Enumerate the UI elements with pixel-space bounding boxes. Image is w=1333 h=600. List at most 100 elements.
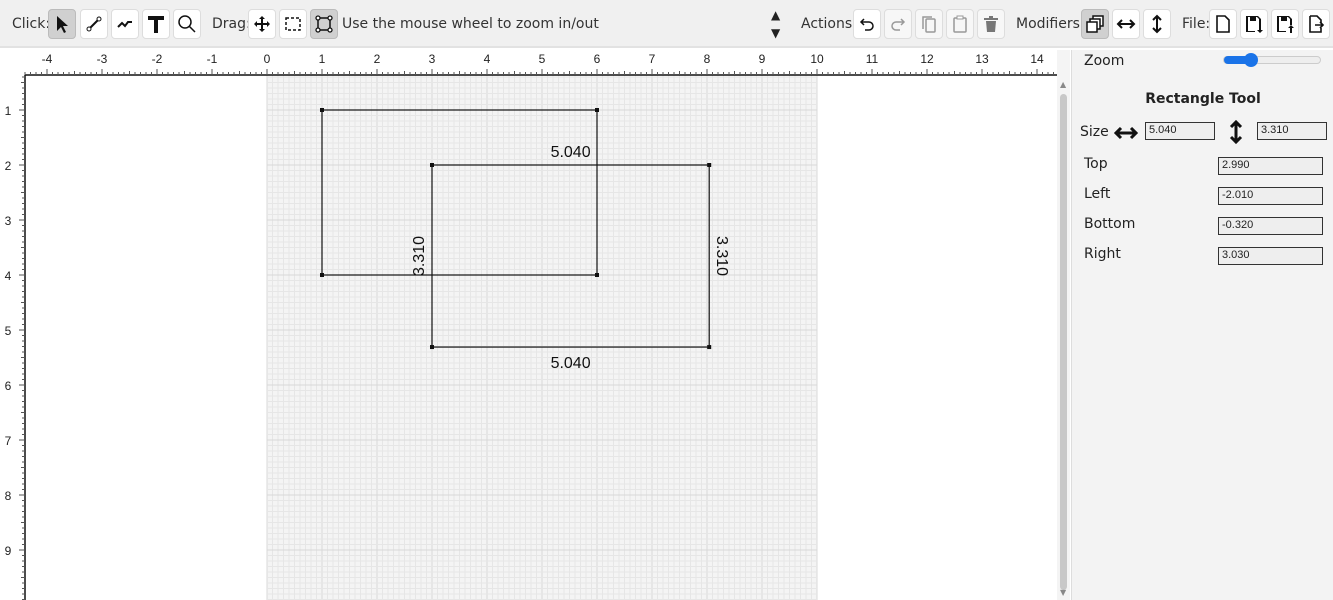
ruler-y-label: 4 (5, 269, 12, 283)
ruler-x-label: 9 (759, 52, 766, 66)
select-tool-button[interactable] (48, 9, 76, 39)
copy-button[interactable] (915, 9, 943, 39)
export-icon (1309, 15, 1325, 33)
vertical-scrollbar[interactable]: ▲ ▼ (1057, 50, 1070, 600)
width-dimension-bottom: 5.040 (551, 355, 591, 372)
vertical-modifier-button[interactable] (1143, 9, 1171, 39)
top-label: Top (1084, 156, 1108, 172)
horizontal-modifier-button[interactable] (1112, 9, 1140, 39)
right-label: Right (1084, 246, 1121, 262)
paste-icon (953, 15, 967, 33)
ruler-y-label: 7 (5, 434, 12, 448)
marquee-tool-button[interactable] (279, 9, 307, 39)
corner-handle[interactable] (320, 108, 324, 112)
ruler-x-label: 7 (649, 52, 656, 66)
actions-label: Actions: (801, 16, 857, 32)
panel-title: Rectangle Tool (1145, 91, 1261, 107)
line-tool-button[interactable] (80, 9, 108, 39)
ruler-y-label: 8 (5, 489, 12, 503)
arrows-horizontal-icon (1113, 126, 1139, 140)
zoom-label: Zoom (1084, 53, 1125, 69)
trash-icon (984, 16, 998, 32)
right-input[interactable]: 3.030 (1218, 247, 1323, 265)
ruler-x-label: -4 (42, 52, 53, 66)
corner-handle[interactable] (707, 345, 712, 350)
left-input[interactable]: -2.010 (1218, 187, 1323, 205)
corner-handle[interactable] (595, 108, 599, 112)
new-file-button[interactable] (1209, 9, 1237, 39)
corner-handle[interactable] (320, 273, 324, 277)
arrow-down-icon[interactable]: ▼ (771, 24, 780, 42)
ruler-x-label: -2 (152, 52, 163, 66)
ruler-x-label: 1 (319, 52, 326, 66)
toolbar-scroll-arrows[interactable]: ▲ ▼ (771, 6, 780, 42)
height-input[interactable]: 3.310 (1257, 122, 1327, 140)
height-dimension-right: 3.310 (713, 236, 730, 276)
ruler-x-label: 0 (264, 52, 271, 66)
undo-button[interactable] (853, 9, 881, 39)
rectangle-tool-button[interactable] (310, 9, 338, 39)
copy-icon (922, 16, 936, 33)
text-tool-button[interactable] (142, 9, 170, 39)
ruler-x-label: -3 (97, 52, 108, 66)
left-label: Left (1084, 186, 1111, 202)
load-button[interactable] (1271, 9, 1299, 39)
width-input[interactable]: 5.040 (1145, 122, 1215, 140)
ruler-x-label: 13 (975, 52, 989, 66)
modifiers-label: Modifiers: (1016, 16, 1085, 32)
undo-icon (859, 18, 874, 31)
ruler-x-label: 11 (866, 52, 879, 66)
properties-panel: Zoom Rectangle Tool Size 5.040 3.310 Top… (1071, 50, 1333, 600)
grid-lines (266, 75, 818, 600)
dashed-rect-icon (285, 17, 301, 31)
drag-label: Drag: (212, 16, 251, 32)
canvas-svg[interactable]: -4 -3 -2 -1 0 1 2 3 4 5 6 7 8 9 10 11 12 13 141234567895.0… (0, 50, 1057, 600)
height-dimension-left: 3.310 (411, 236, 428, 276)
zoom-slider-thumb[interactable] (1243, 53, 1258, 67)
redo-button[interactable] (884, 9, 912, 39)
polyline-tool-button[interactable] (111, 9, 139, 39)
ruler-y-label: 2 (5, 159, 12, 173)
arrows-horizontal-icon (1116, 19, 1136, 29)
ruler-y-label: 5 (5, 324, 12, 338)
corner-handle[interactable] (430, 345, 434, 350)
scroll-down-icon[interactable]: ▼ (1060, 588, 1066, 597)
ruler-x-label: -1 (207, 52, 218, 66)
ruler-x-label: 3 (429, 52, 436, 66)
ruler-x-label: 12 (920, 52, 934, 66)
ruler-y-label: 3 (5, 214, 12, 228)
corner-handle[interactable] (707, 163, 712, 167)
arrows-vertical-icon (1229, 119, 1243, 145)
corner-handle[interactable] (595, 273, 599, 277)
toolbar: Click: Drag: Use the mouse wheel to zoom… (0, 0, 1333, 48)
pan-tool-button[interactable] (248, 9, 276, 39)
arrow-up-icon[interactable]: ▲ (771, 6, 780, 24)
bottom-input[interactable]: -0.320 (1218, 217, 1323, 235)
scrollbar-thumb[interactable] (1060, 94, 1067, 590)
zoom-hint: Use the mouse wheel to zoom in/out (342, 16, 599, 32)
zoom-tool-button[interactable] (173, 9, 201, 39)
arrows-vertical-icon (1152, 14, 1162, 34)
export-button[interactable] (1302, 9, 1330, 39)
layers-icon (1086, 15, 1104, 33)
scroll-up-icon[interactable]: ▲ (1060, 80, 1066, 89)
zoom-slider[interactable] (1223, 53, 1321, 67)
save-download-icon (1246, 16, 1263, 33)
polyline-icon (117, 21, 132, 28)
redo-icon (891, 18, 906, 31)
save-button[interactable] (1240, 9, 1268, 39)
overlap-modifier-button[interactable] (1081, 9, 1109, 39)
paste-button[interactable] (946, 9, 974, 39)
new-file-icon (1216, 15, 1230, 33)
corner-handle[interactable] (430, 163, 434, 167)
ruler-x-label: 14 (1030, 52, 1044, 66)
top-input[interactable]: 2.990 (1218, 157, 1323, 175)
bottom-label: Bottom (1084, 216, 1136, 232)
delete-button[interactable] (977, 9, 1005, 39)
size-label: Size (1080, 124, 1109, 140)
ruler-x-label: 8 (704, 52, 711, 66)
drawing-canvas[interactable]: -4 -3 -2 -1 0 1 2 3 4 5 6 7 8 9 10 11 12 13 14 1 2 3 4 5 6 7 8 9 5.0… (0, 50, 1057, 600)
click-label: Click: (12, 16, 51, 32)
ruler-y-label: 1 (5, 104, 12, 118)
move-icon (254, 16, 270, 32)
